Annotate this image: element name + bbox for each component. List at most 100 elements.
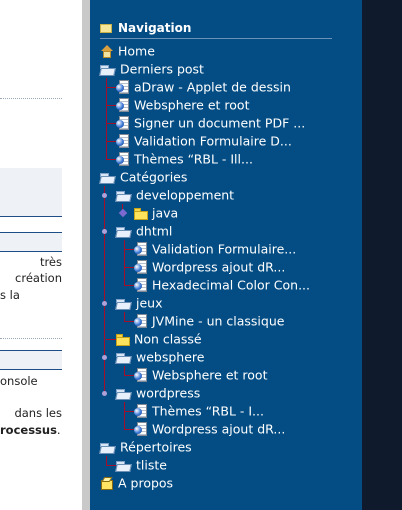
tree-line bbox=[106, 105, 116, 106]
navigation-panel: Navigation Home Derniers post aDraw - Ap… bbox=[90, 0, 362, 510]
nav-category-wordpress[interactable]: wordpress bbox=[116, 384, 200, 402]
folder-icon bbox=[116, 333, 130, 346]
navigation-header: Navigation bbox=[100, 20, 332, 39]
nav-category-developpement[interactable]: developpement bbox=[116, 186, 234, 204]
page-globe-icon bbox=[134, 368, 148, 383]
nav-category-java[interactable]: java bbox=[134, 204, 178, 222]
post-title: Wordpress ajout dR... bbox=[152, 259, 286, 275]
post-title: Validation Formulaire D... bbox=[134, 133, 292, 149]
nav-folder-tliste[interactable]: tliste bbox=[116, 456, 167, 474]
open-folder-icon bbox=[116, 190, 132, 202]
page-globe-icon bbox=[116, 98, 130, 113]
nav-post-link[interactable]: Thèmes “RBL - Ill... bbox=[116, 150, 253, 168]
tree-line bbox=[124, 249, 134, 250]
node-dot bbox=[102, 193, 107, 198]
tree-line bbox=[106, 141, 116, 142]
nav-item-home[interactable]: Home bbox=[100, 42, 155, 60]
tree-line bbox=[124, 321, 134, 322]
category-label: Non classé bbox=[134, 331, 202, 347]
right-background bbox=[362, 0, 402, 510]
nav-post-link[interactable]: Validation Formulaire D... bbox=[116, 132, 292, 150]
nav-post-link[interactable]: Validation Formulaire... bbox=[134, 240, 296, 258]
open-folder-icon bbox=[116, 460, 132, 472]
nav-folder-repertoires[interactable]: Répertoires bbox=[100, 438, 192, 456]
nav-post-link[interactable]: Wordpress ajout dR... bbox=[134, 258, 285, 276]
tree-line bbox=[106, 87, 116, 88]
nav-item-label: Home bbox=[118, 43, 155, 59]
page-globe-icon bbox=[116, 152, 130, 167]
node-dot bbox=[102, 301, 107, 306]
tree-line bbox=[106, 339, 116, 340]
text-fragment: rocessus. bbox=[0, 422, 61, 438]
tree-line bbox=[124, 240, 125, 285]
node-dot bbox=[102, 229, 107, 234]
category-label: jeux bbox=[136, 295, 163, 311]
category-label: websphere bbox=[136, 349, 205, 365]
page-globe-icon bbox=[134, 422, 148, 437]
column-gutter bbox=[82, 0, 90, 510]
tree-line bbox=[104, 186, 105, 393]
page-globe-icon bbox=[134, 260, 148, 275]
nav-folder-derniers-post[interactable]: Derniers post bbox=[100, 60, 204, 78]
nav-post-link[interactable]: Thèmes “RBL - I... bbox=[134, 402, 264, 420]
nav-item-label: A propos bbox=[118, 475, 174, 491]
nav-folder-categories[interactable]: Catégories bbox=[100, 168, 187, 186]
nav-post-link[interactable]: Websphere et root bbox=[134, 366, 267, 384]
tree-line bbox=[124, 411, 134, 412]
content-box bbox=[0, 168, 62, 217]
category-label: java bbox=[152, 205, 179, 221]
section-bar bbox=[0, 232, 62, 252]
page-globe-icon bbox=[116, 116, 130, 131]
folder-icon bbox=[134, 207, 148, 220]
tree-line bbox=[124, 267, 134, 268]
post-title: Wordpress ajout dR... bbox=[152, 421, 286, 437]
nav-category-dhtml[interactable]: dhtml bbox=[116, 222, 172, 240]
category-label: wordpress bbox=[136, 385, 201, 401]
tree-line bbox=[106, 465, 116, 466]
page-globe-icon bbox=[134, 314, 148, 329]
post-title: Websphere et root bbox=[134, 97, 250, 113]
tree-line bbox=[124, 429, 134, 430]
text-fragment: onsole bbox=[0, 374, 38, 388]
tree-line bbox=[124, 375, 134, 376]
post-title: Signer un document PDF ... bbox=[134, 115, 306, 131]
nav-category-websphere[interactable]: websphere bbox=[116, 348, 204, 366]
cube-icon bbox=[100, 477, 114, 491]
bold-word: rocessus bbox=[0, 423, 57, 437]
nav-item-label: Répertoires bbox=[120, 439, 192, 455]
nav-item-a-propos[interactable]: A propos bbox=[100, 474, 173, 492]
text-fragment: très bbox=[39, 255, 62, 269]
node-dot bbox=[102, 355, 107, 360]
main-content-fragment: très création s la onsole dans les roces… bbox=[0, 0, 82, 510]
nav-post-link[interactable]: aDraw - Applet de dessin bbox=[116, 78, 291, 96]
node-diamond bbox=[118, 208, 128, 218]
nav-post-link[interactable]: Signer un document PDF ... bbox=[116, 114, 305, 132]
tree-line bbox=[124, 402, 125, 429]
nav-post-link[interactable]: Hexadecimal Color Con... bbox=[134, 276, 310, 294]
nav-item-label: Catégories bbox=[120, 169, 188, 185]
open-folder-icon bbox=[100, 64, 116, 76]
open-folder-icon bbox=[116, 298, 132, 310]
post-title: Websphere et root bbox=[152, 367, 268, 383]
post-title: Hexadecimal Color Con... bbox=[152, 277, 311, 293]
nav-post-link[interactable]: Wordpress ajout dR... bbox=[134, 420, 285, 438]
nav-post-link[interactable]: Websphere et root bbox=[116, 96, 249, 114]
category-label: dhtml bbox=[136, 223, 173, 239]
nav-category-jeux[interactable]: jeux bbox=[116, 294, 162, 312]
tree-line bbox=[124, 312, 125, 321]
page-globe-icon bbox=[116, 134, 130, 149]
post-title: Thèmes “RBL - I... bbox=[152, 403, 264, 419]
nav-post-link[interactable]: JVMine - un classique bbox=[134, 312, 284, 330]
open-folder-icon bbox=[100, 172, 116, 184]
text-fragment: dans les bbox=[14, 406, 62, 420]
open-folder-icon bbox=[100, 442, 116, 454]
home-icon bbox=[100, 44, 114, 59]
window-icon bbox=[100, 24, 112, 33]
nav-category-non-classe[interactable]: Non classé bbox=[116, 330, 202, 348]
post-title: Thèmes “RBL - Ill... bbox=[134, 151, 253, 167]
tree-line bbox=[106, 456, 107, 465]
post-title: Validation Formulaire... bbox=[152, 241, 297, 257]
page-globe-icon bbox=[134, 404, 148, 419]
open-folder-icon bbox=[116, 226, 132, 238]
node-dot bbox=[102, 391, 107, 396]
